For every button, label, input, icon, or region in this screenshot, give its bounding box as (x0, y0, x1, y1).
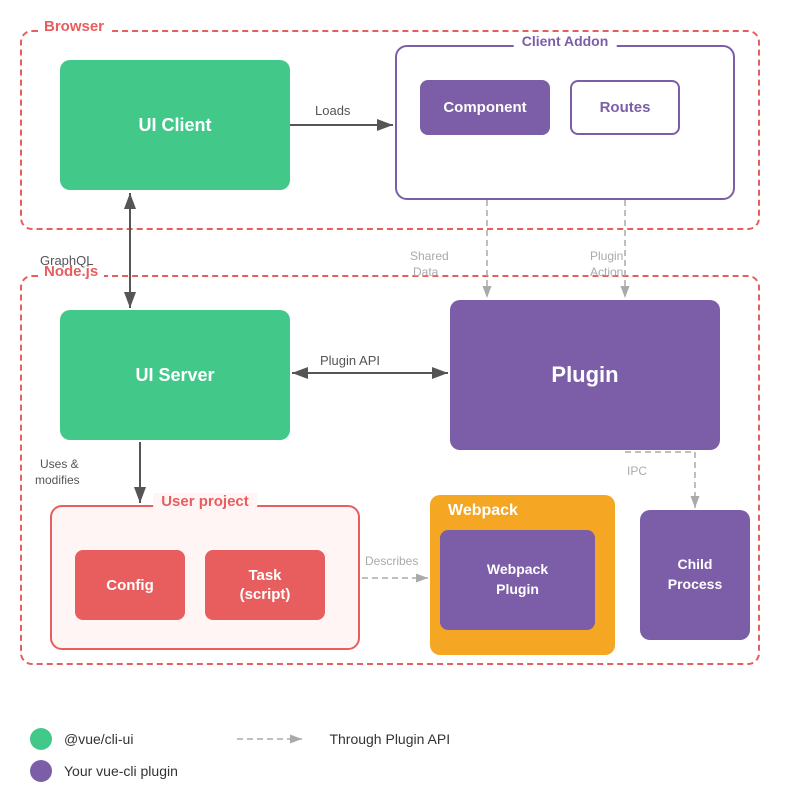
user-project-label: User project (153, 493, 257, 510)
legend: @vue/cli-ui Through Plugin API Your vue-… (30, 728, 450, 782)
child-process-block: ChildProcess (640, 510, 750, 640)
legend-dashed-arrow (237, 731, 317, 747)
config-label: Config (106, 577, 153, 594)
component-block: Component (420, 80, 550, 135)
nodejs-label: Node.js (38, 263, 104, 280)
webpack-label: Webpack (448, 502, 518, 520)
webpack-plugin-label: WebpackPlugin (487, 560, 548, 599)
plugin-label: Plugin (551, 362, 618, 388)
legend-purple-item: Your vue-cli plugin (30, 760, 450, 782)
legend-green-label: @vue/cli-ui (64, 731, 133, 747)
ui-server-label: UI Server (135, 365, 214, 386)
browser-label: Browser (38, 18, 110, 35)
component-label: Component (443, 99, 526, 116)
child-process-label: ChildProcess (668, 555, 722, 594)
ui-client-label: UI Client (138, 115, 211, 136)
routes-label: Routes (600, 99, 651, 116)
ui-client-block: UI Client (60, 60, 290, 190)
svg-text:Shared: Shared (410, 249, 449, 263)
task-label: Task(script) (240, 566, 291, 605)
legend-dashed-label: Through Plugin API (329, 731, 450, 747)
routes-block: Routes (570, 80, 680, 135)
svg-text:Plugin: Plugin (590, 249, 623, 263)
plugin-block: Plugin (450, 300, 720, 450)
client-addon-label: Client Addon (514, 33, 617, 49)
webpack-plugin-block: WebpackPlugin (440, 530, 595, 630)
legend-purple-circle (30, 760, 52, 782)
legend-green-circle (30, 728, 52, 750)
diagram: Browser Node.js UI Client Client Addon C… (0, 0, 800, 800)
task-block: Task(script) (205, 550, 325, 620)
legend-purple-label: Your vue-cli plugin (64, 763, 178, 779)
config-block: Config (75, 550, 185, 620)
ui-server-block: UI Server (60, 310, 290, 440)
legend-green-item: @vue/cli-ui Through Plugin API (30, 728, 450, 750)
